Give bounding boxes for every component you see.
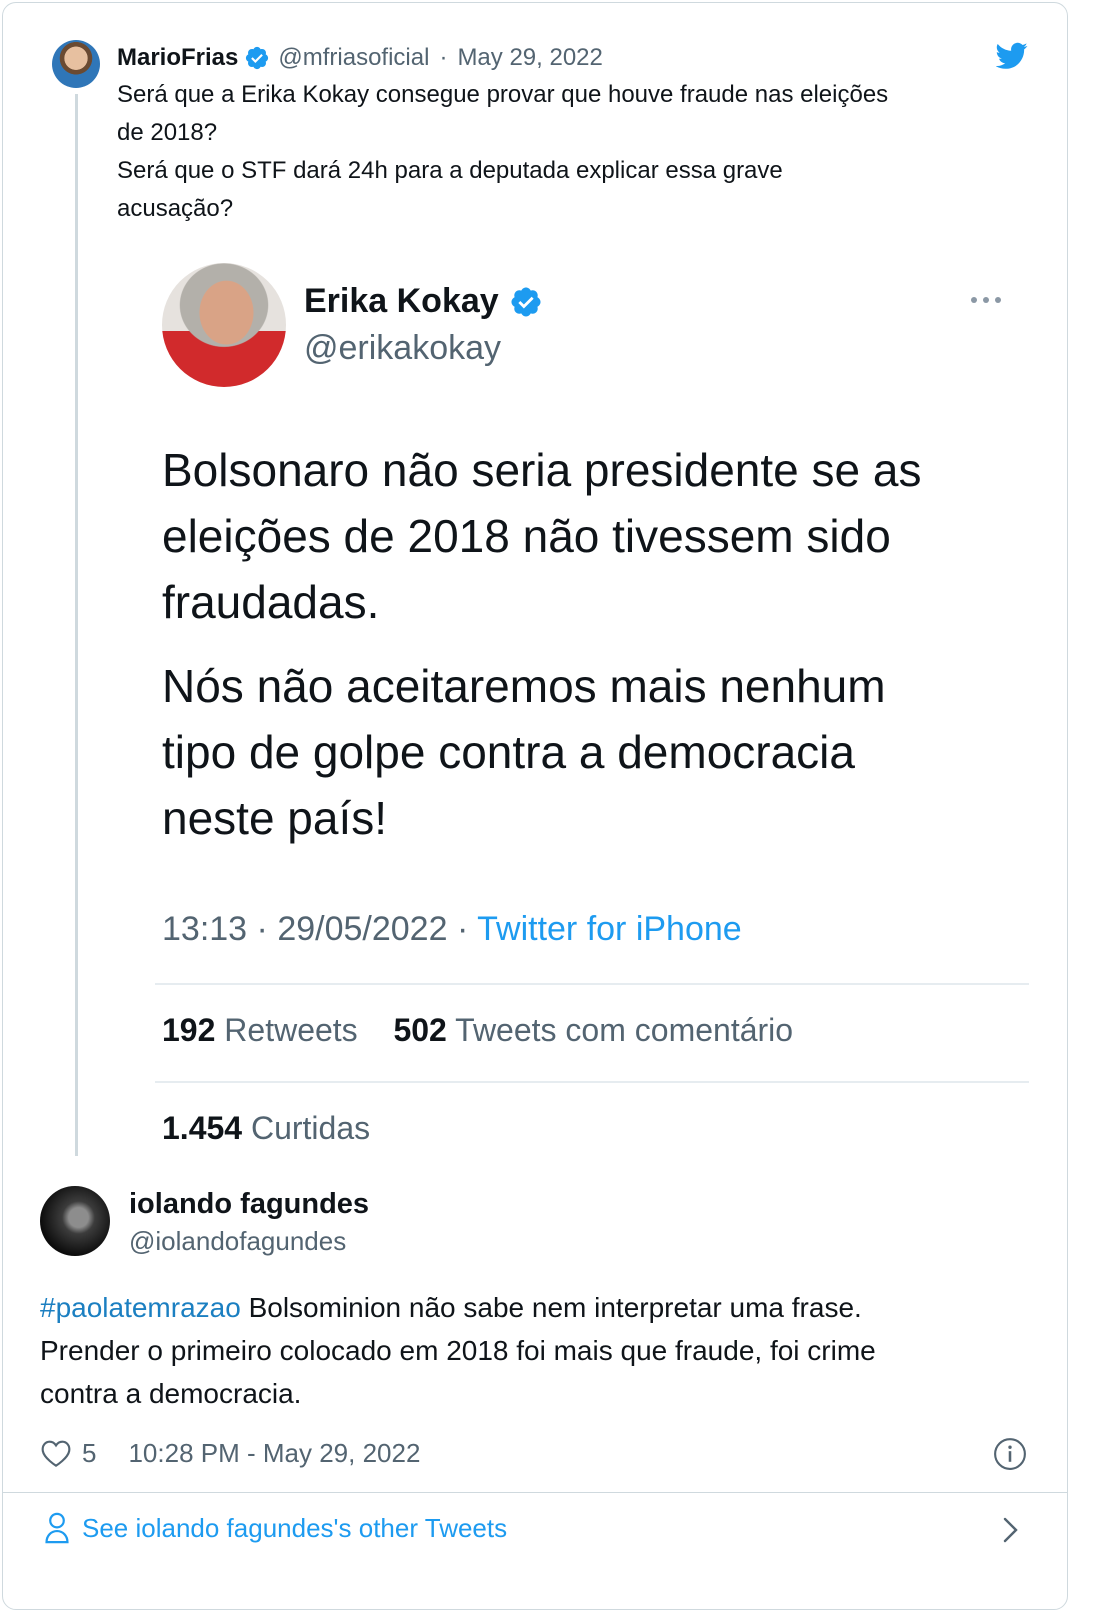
screenshot-name-row: Erika Kokay <box>304 282 543 321</box>
tweet-text-line: #paolatemrazao Bolsominion não sabe nem … <box>40 1286 1040 1329</box>
separator-dot: · <box>256 910 268 948</box>
reply-footer: 5 10:28 PM - May 29, 2022 <box>40 1436 420 1470</box>
separator-dot: · <box>456 910 469 948</box>
tweet-text-line: Será que a Erika Kokay consegue provar q… <box>117 81 889 108</box>
retweets-count: 192 <box>162 1012 216 1048</box>
quotes-label: Tweets com comentário <box>455 1012 794 1048</box>
divider <box>3 1492 1067 1493</box>
retweets-label: Retweets <box>224 1012 358 1048</box>
tweet-text-line: acusação? <box>117 195 234 222</box>
quotes-count: 502 <box>393 1012 447 1048</box>
screenshot-text-line: eleições de 2018 não tivessem sido <box>162 510 891 562</box>
chevron-right-icon[interactable] <box>1000 1516 1022 1544</box>
tweet-timestamp[interactable]: 10:28 PM - May 29, 2022 <box>128 1438 420 1469</box>
tweet-date-link[interactable]: May 29, 2022 <box>457 44 602 72</box>
tweet-text-line: contra a democracia. <box>40 1378 302 1409</box>
author-handle[interactable]: @iolandofagundes <box>129 1226 346 1257</box>
twitter-bird-icon[interactable] <box>996 42 1028 70</box>
screenshot-stats: 192 Retweets 502 Tweets com comentário <box>162 1012 793 1049</box>
separator-dot: · <box>439 44 448 71</box>
person-icon <box>45 1512 69 1544</box>
author-handle[interactable]: @mfriasoficial <box>278 44 429 72</box>
parent-tweet-header: MarioFrias @mfriasoficial · May 29, 2022 <box>117 42 603 74</box>
see-other-tweets-link[interactable]: See iolando fagundes's other Tweets <box>44 1512 507 1544</box>
screenshot-likes: 1.454 Curtidas <box>162 1110 370 1147</box>
thread-line <box>75 94 78 1156</box>
screenshot-paragraph: Nós não aceitaremos mais nenhum tipo de … <box>162 653 1022 851</box>
tweet-text-segment: Bolsominion não sabe nem interpretar uma… <box>240 1292 862 1323</box>
screenshot-text-line: tipo de golpe contra a democracia <box>162 726 855 778</box>
info-icon[interactable] <box>993 1437 1027 1471</box>
likes-count: 1.454 <box>162 1110 243 1146</box>
tweet-text-line: de 2018? <box>117 119 218 146</box>
avatar[interactable] <box>52 40 100 88</box>
screenshot-author-handle: @erikakokay <box>304 329 502 367</box>
screenshot-source: Twitter for iPhone <box>477 910 742 948</box>
like-count[interactable]: 5 <box>82 1438 96 1469</box>
author-name[interactable]: iolando fagundes <box>129 1188 369 1221</box>
screenshot-text-line: Bolsonaro não seria presidente se as <box>162 444 922 496</box>
likes-label: Curtidas <box>250 1110 371 1146</box>
screenshot-text-line: fraudadas. <box>162 576 380 628</box>
heart-icon[interactable] <box>40 1438 72 1468</box>
screenshot-text-line: neste país! <box>162 792 388 844</box>
divider <box>155 1081 1029 1083</box>
screenshot-tweet-body: Bolsonaro não seria presidente se as ele… <box>162 437 1022 869</box>
more-options-icon <box>971 297 1001 303</box>
see-other-tweets-label[interactable]: See iolando fagundes's other Tweets <box>82 1513 507 1544</box>
author-name[interactable]: MarioFrias <box>117 44 238 72</box>
tweet-text-line: Prender o primeiro colocado em 2018 foi … <box>40 1335 876 1366</box>
tweet-text-line: Será que o STF dará 24h para a deputada … <box>117 157 783 184</box>
verified-badge-icon <box>511 286 541 317</box>
screenshot-date: 29/05/2022 <box>277 910 448 948</box>
screenshot-text-line: Nós não aceitaremos mais nenhum <box>162 660 886 712</box>
hashtag-link[interactable]: #paolatemrazao <box>40 1292 241 1323</box>
reply-tweet-text: #paolatemrazao Bolsominion não sabe nem … <box>40 1286 1040 1415</box>
screenshot-paragraph: Bolsonaro não seria presidente se as ele… <box>162 437 1022 635</box>
avatar[interactable] <box>40 1186 110 1256</box>
screenshot-time: 13:13 <box>162 910 248 948</box>
parent-tweet-text: Será que a Erika Kokay consegue provar q… <box>117 76 1037 228</box>
screenshot-avatar <box>162 263 286 387</box>
screenshot-author-name: Erika Kokay <box>304 282 499 320</box>
screenshot-meta: 13:13 · 29/05/2022 · Twitter for iPhone <box>162 910 742 949</box>
verified-badge-icon <box>246 46 269 70</box>
divider <box>155 983 1029 985</box>
